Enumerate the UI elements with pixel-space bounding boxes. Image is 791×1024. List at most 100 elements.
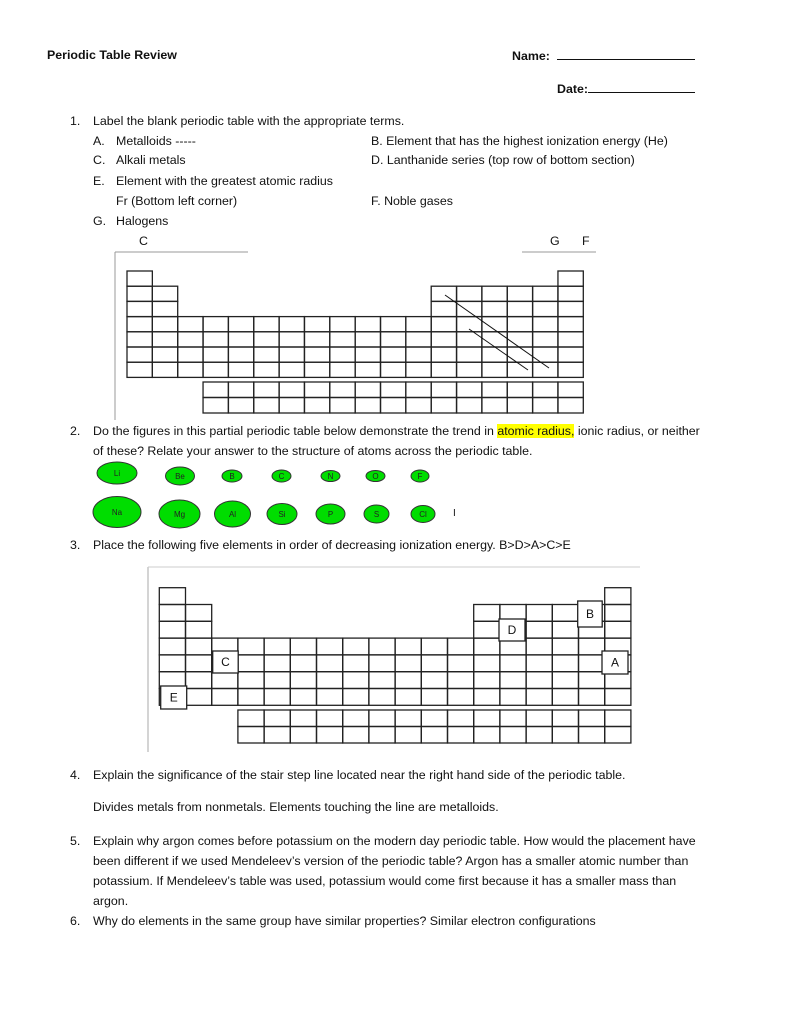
table1-cell bbox=[405, 346, 432, 363]
q2-line1: Do the figures in this partial periodic … bbox=[93, 424, 700, 438]
table2-fblock-cell bbox=[342, 709, 370, 728]
table1-cell bbox=[126, 300, 154, 318]
atom-symbol: C bbox=[279, 472, 285, 481]
answer-box-label-b: B bbox=[586, 607, 594, 621]
table1-cell bbox=[557, 285, 584, 303]
q1-item-c: Alkali metals bbox=[116, 153, 186, 167]
table1-cell bbox=[379, 361, 407, 379]
table1-cell bbox=[151, 331, 179, 348]
table1-cell bbox=[430, 315, 458, 333]
table1-cell bbox=[202, 361, 230, 379]
table1-fblock-cell bbox=[430, 396, 458, 414]
table1-cell bbox=[151, 361, 179, 379]
table2-cell bbox=[263, 687, 291, 706]
table1-cell bbox=[126, 331, 154, 348]
table1-cell bbox=[177, 331, 204, 348]
table2-cell bbox=[263, 671, 291, 690]
table1-cell bbox=[531, 331, 559, 348]
table1-cell bbox=[455, 346, 483, 363]
table1-cell bbox=[329, 315, 356, 333]
q5-line: Explain why argon comes before potassium… bbox=[93, 834, 696, 848]
table2-fblock-cell bbox=[499, 709, 527, 728]
table2-cell bbox=[604, 620, 632, 639]
q3-number: 3. bbox=[70, 538, 81, 552]
table2-cell bbox=[394, 637, 422, 656]
table1-cell bbox=[202, 315, 230, 333]
table2-fblock-cell bbox=[237, 725, 265, 744]
table2-cell bbox=[577, 637, 606, 656]
table2-cell bbox=[211, 687, 239, 706]
table2-cell bbox=[551, 687, 580, 706]
table2-fblock-cell bbox=[289, 725, 318, 744]
table1-fblock-cell bbox=[202, 381, 230, 399]
table2-fblock-cell bbox=[551, 725, 580, 744]
q1-item-e: Element with the greatest atomic radius bbox=[116, 174, 333, 188]
table1-label-c: C bbox=[139, 234, 148, 248]
table1-cell bbox=[126, 315, 154, 333]
table1-cell bbox=[151, 346, 179, 363]
table2-fblock-cell bbox=[420, 725, 449, 744]
q6-number: 6. bbox=[70, 914, 81, 928]
table2-cell bbox=[394, 687, 422, 706]
table2-cell bbox=[368, 637, 396, 656]
table2-cell bbox=[525, 654, 553, 673]
table1-cell bbox=[177, 361, 204, 379]
table1-cell bbox=[354, 315, 382, 333]
table2-cell bbox=[237, 654, 265, 673]
table2-cell bbox=[237, 637, 265, 656]
table1-cell bbox=[557, 346, 584, 363]
table1-fblock-cell bbox=[202, 396, 230, 414]
table1-cell bbox=[329, 346, 356, 363]
table1-cell bbox=[531, 285, 559, 303]
q1-prompt: Label the blank periodic table with the … bbox=[93, 114, 405, 128]
table1-cell bbox=[253, 315, 280, 333]
table2-cell bbox=[263, 654, 291, 673]
table2-fblock-cell bbox=[289, 709, 318, 728]
table1-cell bbox=[253, 361, 280, 379]
table2-fblock-cell bbox=[237, 709, 265, 728]
table2-cell bbox=[525, 603, 553, 622]
table2-cell bbox=[158, 603, 187, 622]
table1-fblock-cell bbox=[531, 396, 559, 414]
table2-cell bbox=[446, 671, 475, 690]
q1-item-b: B. Element that has the highest ionizati… bbox=[371, 134, 668, 148]
q1-item-g: Halogens bbox=[116, 214, 169, 228]
name-blank[interactable] bbox=[557, 47, 696, 60]
table1-fblock-cell bbox=[531, 381, 559, 399]
table1-cell bbox=[253, 346, 280, 363]
table1-fblock-cell bbox=[481, 396, 508, 414]
table1-cell bbox=[506, 300, 534, 318]
table2-cell bbox=[342, 671, 370, 690]
table2-fblock-cell bbox=[577, 725, 606, 744]
table2-cell bbox=[342, 637, 370, 656]
table2-cell bbox=[577, 654, 606, 673]
date-blank[interactable] bbox=[587, 80, 695, 93]
table1-cell bbox=[531, 315, 559, 333]
table1-cell bbox=[405, 331, 432, 348]
table1-cell bbox=[303, 361, 331, 379]
table2-fblock-cell bbox=[446, 709, 475, 728]
table2-fblock-cell bbox=[263, 709, 291, 728]
atom-symbol: N bbox=[328, 472, 334, 481]
table1-cell bbox=[202, 331, 230, 348]
atom-symbol: S bbox=[374, 510, 379, 519]
table2-fblock-cell bbox=[446, 725, 475, 744]
table1-cell bbox=[531, 361, 559, 379]
q4-number: 4. bbox=[70, 768, 81, 782]
table2-cell bbox=[473, 654, 501, 673]
table2-cell bbox=[420, 637, 449, 656]
table1-cell bbox=[227, 331, 255, 348]
table2-cell bbox=[184, 603, 213, 622]
table2-fblock-cell bbox=[315, 725, 344, 744]
table1-fblock-cell bbox=[278, 381, 306, 399]
table1-cell bbox=[329, 361, 356, 379]
table2-cell bbox=[237, 687, 265, 706]
table2-cell bbox=[473, 603, 501, 622]
q1-number: 1. bbox=[70, 114, 81, 128]
table2-cell bbox=[315, 671, 344, 690]
table2-cell bbox=[368, 654, 396, 673]
table2-fblock-cell bbox=[551, 709, 580, 728]
table1-cell bbox=[303, 346, 331, 363]
table1-cell bbox=[379, 315, 407, 333]
q4-prompt: Explain the significance of the stair st… bbox=[93, 768, 626, 782]
